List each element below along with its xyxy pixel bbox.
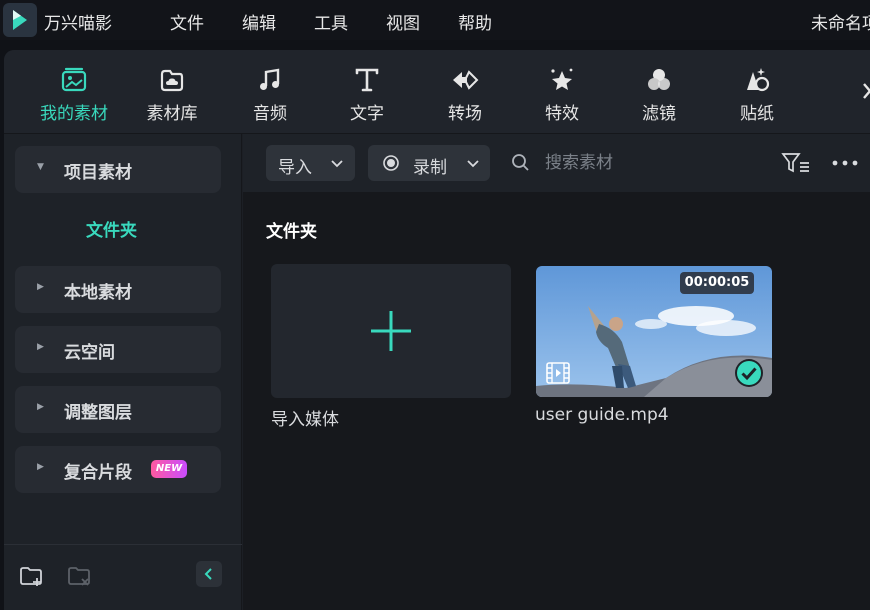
tab-label: 文字 <box>350 104 384 124</box>
chevron-down-icon <box>331 160 343 168</box>
tab-transition[interactable]: 转场 <box>420 50 510 134</box>
film-strip-icon <box>546 362 570 384</box>
menu-view[interactable]: 视图 <box>386 9 420 34</box>
tab-stickers[interactable]: 贴纸 <box>712 50 802 134</box>
app-logo <box>3 3 37 37</box>
caret-right-icon: ▶ <box>37 462 44 472</box>
menu-file[interactable]: 文件 <box>170 9 204 34</box>
search-input[interactable] <box>545 149 765 177</box>
sidebar-item-label: 本地素材 <box>64 283 132 303</box>
collapse-sidebar-button[interactable] <box>196 561 222 587</box>
search-icon <box>512 154 529 171</box>
filmora-logo-icon <box>13 10 27 30</box>
chevron-left-icon <box>204 568 212 580</box>
sparkle-star-icon <box>551 68 573 90</box>
caret-right-icon: ▶ <box>37 402 44 412</box>
import-dropdown[interactable]: 导入 <box>266 145 355 181</box>
tab-text[interactable]: 文字 <box>322 50 412 134</box>
import-media-card[interactable] <box>271 264 511 398</box>
sidebar-item-compound-clip[interactable]: ▶ 复合片段 NEW <box>15 446 221 493</box>
sidebar-item-project-media[interactable]: ▼ 项目素材 <box>15 146 221 193</box>
search-bar <box>511 145 771 181</box>
caret-right-icon: ▶ <box>37 282 44 292</box>
filter-sort-icon[interactable] <box>781 151 811 175</box>
tab-label: 特效 <box>545 104 579 124</box>
sidebar-item-adjustment-layer[interactable]: ▶ 调整图层 <box>15 386 221 433</box>
tab-label: 贴纸 <box>740 104 774 124</box>
media-content: 导入 录制 搜索素材 文件夹 导入媒体 00:00:05 user guide.… <box>243 134 870 610</box>
sidebar-item-local-media[interactable]: ▶ 本地素材 <box>15 266 221 313</box>
record-dropdown-label: 录制 <box>413 158 447 178</box>
tab-label: 音频 <box>253 104 287 124</box>
music-note-icon <box>260 68 280 90</box>
media-sidebar: ▼ 项目素材 文件夹 ▶ 本地素材 ▶ 云空间 ▶ 调整图层 ▶ 复合片段 NE… <box>4 134 242 610</box>
main-panel: 我的素材 素材库 音频 文字 转场 特效 滤镜 贴纸 ▼ 项目素材 文件夹 ▶ … <box>4 50 870 610</box>
filter-circles-icon <box>648 69 670 90</box>
sidebar-subitem-folder[interactable]: 文件夹 <box>86 216 137 241</box>
tab-label: 滤镜 <box>642 104 676 124</box>
video-duration-badge: 00:00:05 <box>680 272 754 294</box>
my-media-icon <box>61 67 87 92</box>
stock-library-icon <box>160 69 184 92</box>
media-toolbar: 我的素材 素材库 音频 文字 转场 特效 滤镜 贴纸 <box>4 50 870 134</box>
new-folder-icon[interactable] <box>18 563 44 589</box>
delete-folder-icon[interactable] <box>66 563 92 589</box>
sidebar-item-label: 云空间 <box>64 343 115 363</box>
record-icon <box>383 155 399 171</box>
video-clip-card[interactable]: 00:00:05 <box>536 266 772 397</box>
sidebar-item-label: 项目素材 <box>64 163 132 183</box>
tab-my-media[interactable]: 我的素材 <box>29 50 119 134</box>
transition-icon <box>453 70 479 90</box>
text-t-icon <box>355 68 379 92</box>
record-dropdown[interactable]: 录制 <box>368 145 490 181</box>
new-badge: NEW <box>151 460 187 478</box>
caret-down-icon: ▼ <box>37 162 44 172</box>
import-media-label: 导入媒体 <box>271 410 339 430</box>
tab-audio[interactable]: 音频 <box>225 50 315 134</box>
tab-filters[interactable]: 滤镜 <box>614 50 704 134</box>
video-clip-label: user guide.mp4 <box>535 405 669 425</box>
sidebar-item-label: 复合片段 <box>64 463 132 483</box>
more-options-icon[interactable] <box>830 151 860 175</box>
plus-icon <box>371 311 411 351</box>
tab-effects[interactable]: 特效 <box>517 50 607 134</box>
section-title: 文件夹 <box>266 222 317 242</box>
menu-edit[interactable]: 编辑 <box>242 9 276 34</box>
tab-stock-library[interactable]: 素材库 <box>127 50 217 134</box>
title-bar: 万兴喵影 文件 编辑 工具 视图 帮助 未命名项 <box>0 0 870 40</box>
sidebar-item-cloud-space[interactable]: ▶ 云空间 <box>15 326 221 373</box>
menu-tools[interactable]: 工具 <box>314 9 348 34</box>
sidebar-footer <box>4 544 242 610</box>
import-dropdown-label: 导入 <box>278 158 312 178</box>
selected-check-icon <box>735 359 763 387</box>
menu-help[interactable]: 帮助 <box>458 9 492 34</box>
sticker-icon <box>747 68 770 92</box>
app-name: 万兴喵影 <box>44 14 112 34</box>
tab-label: 素材库 <box>146 104 198 124</box>
content-toolbar: 导入 录制 <box>243 134 870 192</box>
project-title: 未命名项 <box>811 14 870 34</box>
tab-label: 我的素材 <box>40 104 108 124</box>
chevron-down-icon <box>467 160 479 168</box>
close-panel-icon[interactable] <box>862 76 870 106</box>
sidebar-item-label: 调整图层 <box>64 403 132 423</box>
tab-label: 转场 <box>448 104 482 124</box>
caret-right-icon: ▶ <box>37 342 44 352</box>
